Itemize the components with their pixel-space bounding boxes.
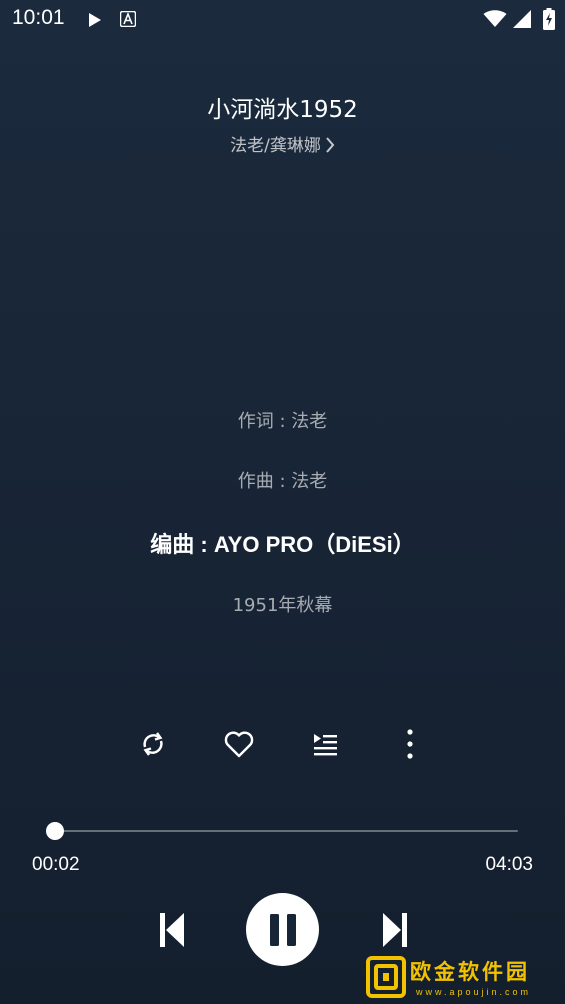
chevron-right-icon bbox=[326, 137, 335, 153]
playlist-icon bbox=[314, 734, 337, 756]
skip-previous-icon bbox=[160, 913, 184, 947]
skip-next-icon bbox=[383, 913, 407, 947]
progress-slider[interactable] bbox=[46, 822, 518, 840]
playlist-button[interactable] bbox=[307, 726, 343, 762]
accessibility-a-icon bbox=[119, 10, 137, 31]
watermark-url: www.apoujin.com bbox=[416, 987, 532, 997]
play-icon bbox=[88, 12, 102, 32]
more-options-button[interactable] bbox=[392, 726, 428, 762]
repeat-button[interactable] bbox=[135, 726, 171, 762]
next-button[interactable] bbox=[375, 908, 415, 952]
artist-link[interactable]: 法老/龚琳娜 bbox=[0, 131, 565, 156]
artist-name: 法老/龚琳娜 bbox=[230, 136, 321, 156]
more-vertical-icon bbox=[407, 729, 413, 759]
wifi-icon bbox=[483, 10, 507, 32]
song-title: 小河淌水1952 bbox=[207, 97, 358, 123]
status-bar: 10:01 bbox=[0, 0, 565, 40]
lyric-line-active: 编曲 : AYO PRO（DiESi） bbox=[150, 532, 415, 557]
lyric-line: 作词 : 法老 bbox=[237, 411, 328, 432]
signal-icon bbox=[512, 10, 532, 32]
previous-button[interactable] bbox=[152, 908, 192, 952]
status-time: 10:01 bbox=[12, 6, 65, 29]
watermark-text: 欧金软件园 bbox=[410, 960, 530, 984]
lyric-line: 作曲 : 法老 bbox=[237, 471, 328, 492]
progress-thumb[interactable] bbox=[46, 822, 64, 840]
current-time: 00:02 bbox=[32, 854, 80, 875]
repeat-icon bbox=[143, 732, 163, 756]
total-time: 04:03 bbox=[485, 854, 533, 875]
lyric-line: 1951年秋幕 bbox=[232, 595, 333, 616]
battery-charging-icon bbox=[543, 8, 555, 34]
heart-icon bbox=[224, 731, 254, 758]
pause-button[interactable] bbox=[246, 893, 319, 966]
watermark: 欧金软件园 www.apoujin.com bbox=[366, 954, 561, 1002]
pause-icon bbox=[269, 913, 296, 946]
watermark-logo-icon bbox=[366, 956, 406, 998]
favorite-button[interactable] bbox=[221, 726, 257, 762]
